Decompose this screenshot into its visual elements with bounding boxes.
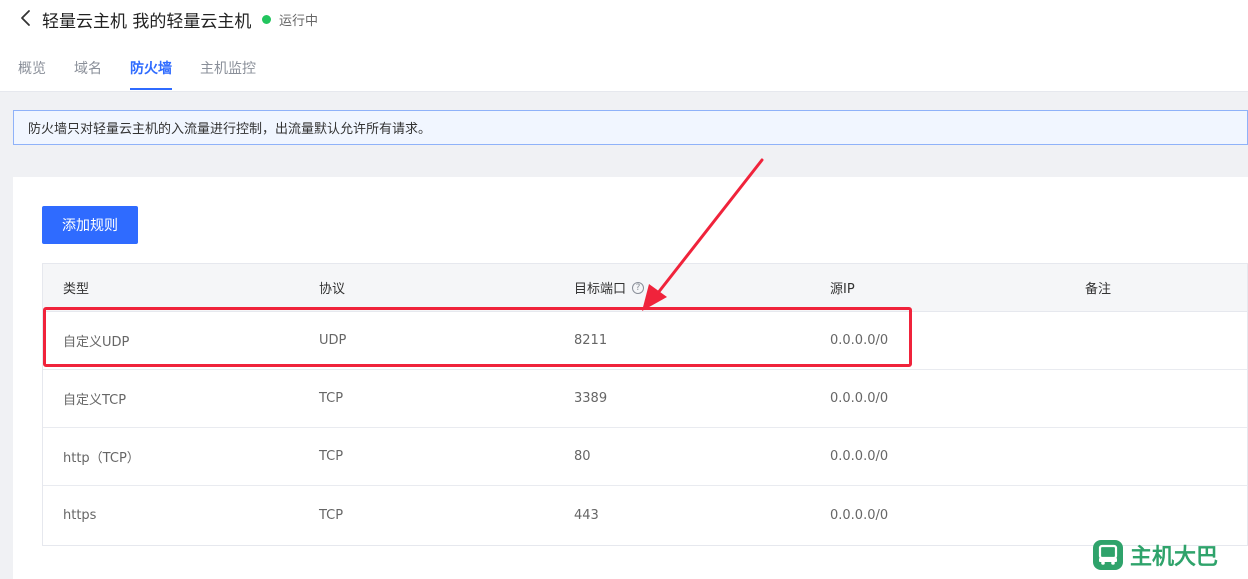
tab-bar: 概览 域名 防火墙 主机监控 [18,58,256,90]
cell-port: 80 [574,449,591,464]
column-header-protocol: 协议 [319,282,346,297]
tab-overview[interactable]: 概览 [18,58,46,90]
cell-source: 0.0.0.0/0 [830,449,889,464]
cell-protocol: TCP [319,507,344,523]
cell-port: 443 [574,507,599,523]
column-header-remark: 备注 [1085,282,1112,297]
table-row: http（TCP） TCP 80 0.0.0.0/0 [43,428,1247,486]
firewall-rules-table: 类型 协议 目标端口 ? 源IP 备注 自定义UDP UDP 8211 0.0.… [42,263,1248,546]
tab-domain[interactable]: 域名 [74,58,102,90]
info-banner-text: 防火墙只对轻量云主机的入流量进行控制，出流量默认允许所有请求。 [28,122,432,137]
column-header-port: 目标端口 ? [574,264,645,311]
column-header-port-label: 目标端口 [574,282,627,297]
cell-port: 8211 [574,333,608,348]
cell-protocol: TCP [319,449,344,464]
page-header: 轻量云主机 我的轻量云主机 运行中 概览 域名 防火墙 主机监控 [0,0,1248,92]
logo-text: 主机大巴 [1130,545,1219,570]
cell-type: http（TCP） [63,451,140,466]
cell-source: 0.0.0.0/0 [830,507,889,523]
status-text: 运行中 [279,14,319,29]
cell-source: 0.0.0.0/0 [830,391,889,406]
status-badge: 运行中 [262,10,318,29]
question-circle-icon[interactable]: ? [632,281,645,294]
column-header-type: 类型 [63,282,90,297]
tab-monitor[interactable]: 主机监控 [200,58,256,90]
status-dot-icon [262,15,271,24]
info-banner: 防火墙只对轻量云主机的入流量进行控制，出流量默认允许所有请求。 [13,110,1248,145]
cell-port: 3389 [574,391,608,406]
bus-icon [1093,540,1123,570]
firewall-panel: 添加规则 类型 协议 目标端口 ? 源IP 备注 自定义UDP UDP 8211… [13,177,1248,579]
cell-type: 自定义TCP [63,393,127,408]
column-header-source: 源IP [830,282,855,297]
table-row: 自定义TCP TCP 3389 0.0.0.0/0 [43,370,1247,428]
tab-firewall[interactable]: 防火墙 [130,58,172,90]
chevron-left-icon[interactable] [18,9,34,27]
cell-source: 0.0.0.0/0 [830,333,889,348]
cell-type: 自定义UDP [63,335,130,350]
brand-logo: 主机大巴 [1092,535,1218,575]
table-header: 类型 协议 目标端口 ? 源IP 备注 [43,264,1247,312]
cell-protocol: TCP [319,391,344,406]
page-title: 轻量云主机 我的轻量云主机 [42,12,252,32]
cell-protocol: UDP [319,333,347,348]
cell-type: https [63,507,97,523]
add-rule-button[interactable]: 添加规则 [42,206,138,244]
table-row: 自定义UDP UDP 8211 0.0.0.0/0 [43,312,1247,370]
table-row: https TCP 443 0.0.0.0/0 [43,486,1247,544]
